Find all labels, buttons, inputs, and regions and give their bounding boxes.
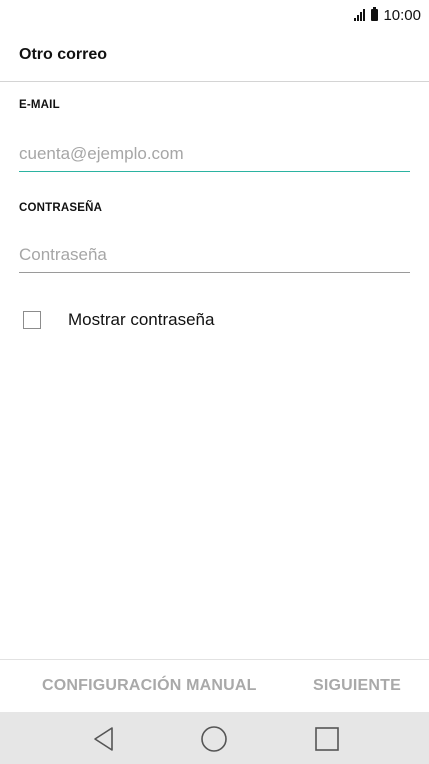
- recent-apps-square-icon: [315, 727, 339, 751]
- status-time: 10:00: [383, 6, 421, 24]
- recent-apps-button[interactable]: [312, 724, 342, 754]
- email-label: E-MAIL: [19, 99, 60, 111]
- battery-icon: [371, 7, 379, 21]
- system-navigation-bar: [0, 712, 429, 764]
- status-indicators: 10:00: [354, 6, 421, 24]
- show-password-label: Mostrar contraseña: [68, 310, 215, 329]
- app-header: Otro correo: [0, 30, 429, 82]
- manual-setup-button[interactable]: CONFIGURACIÓN MANUAL: [42, 677, 257, 695]
- show-password-toggle[interactable]: Mostrar contraseña: [23, 308, 214, 332]
- next-button[interactable]: SIGUIENTE: [313, 677, 401, 695]
- home-button[interactable]: [199, 724, 229, 754]
- password-label: CONTRASEÑA: [19, 202, 103, 214]
- signal-bars-icon: [354, 9, 366, 21]
- home-circle-icon: [201, 726, 227, 752]
- email-field[interactable]: [19, 136, 410, 172]
- show-password-checkbox[interactable]: [23, 311, 41, 329]
- footer-action-bar: CONFIGURACIÓN MANUAL SIGUIENTE: [0, 659, 429, 712]
- back-button[interactable]: [89, 724, 119, 754]
- status-bar: 10:00: [0, 0, 429, 30]
- page-title: Otro correo: [19, 46, 108, 63]
- back-triangle-icon: [94, 727, 113, 751]
- password-field[interactable]: [19, 237, 410, 273]
